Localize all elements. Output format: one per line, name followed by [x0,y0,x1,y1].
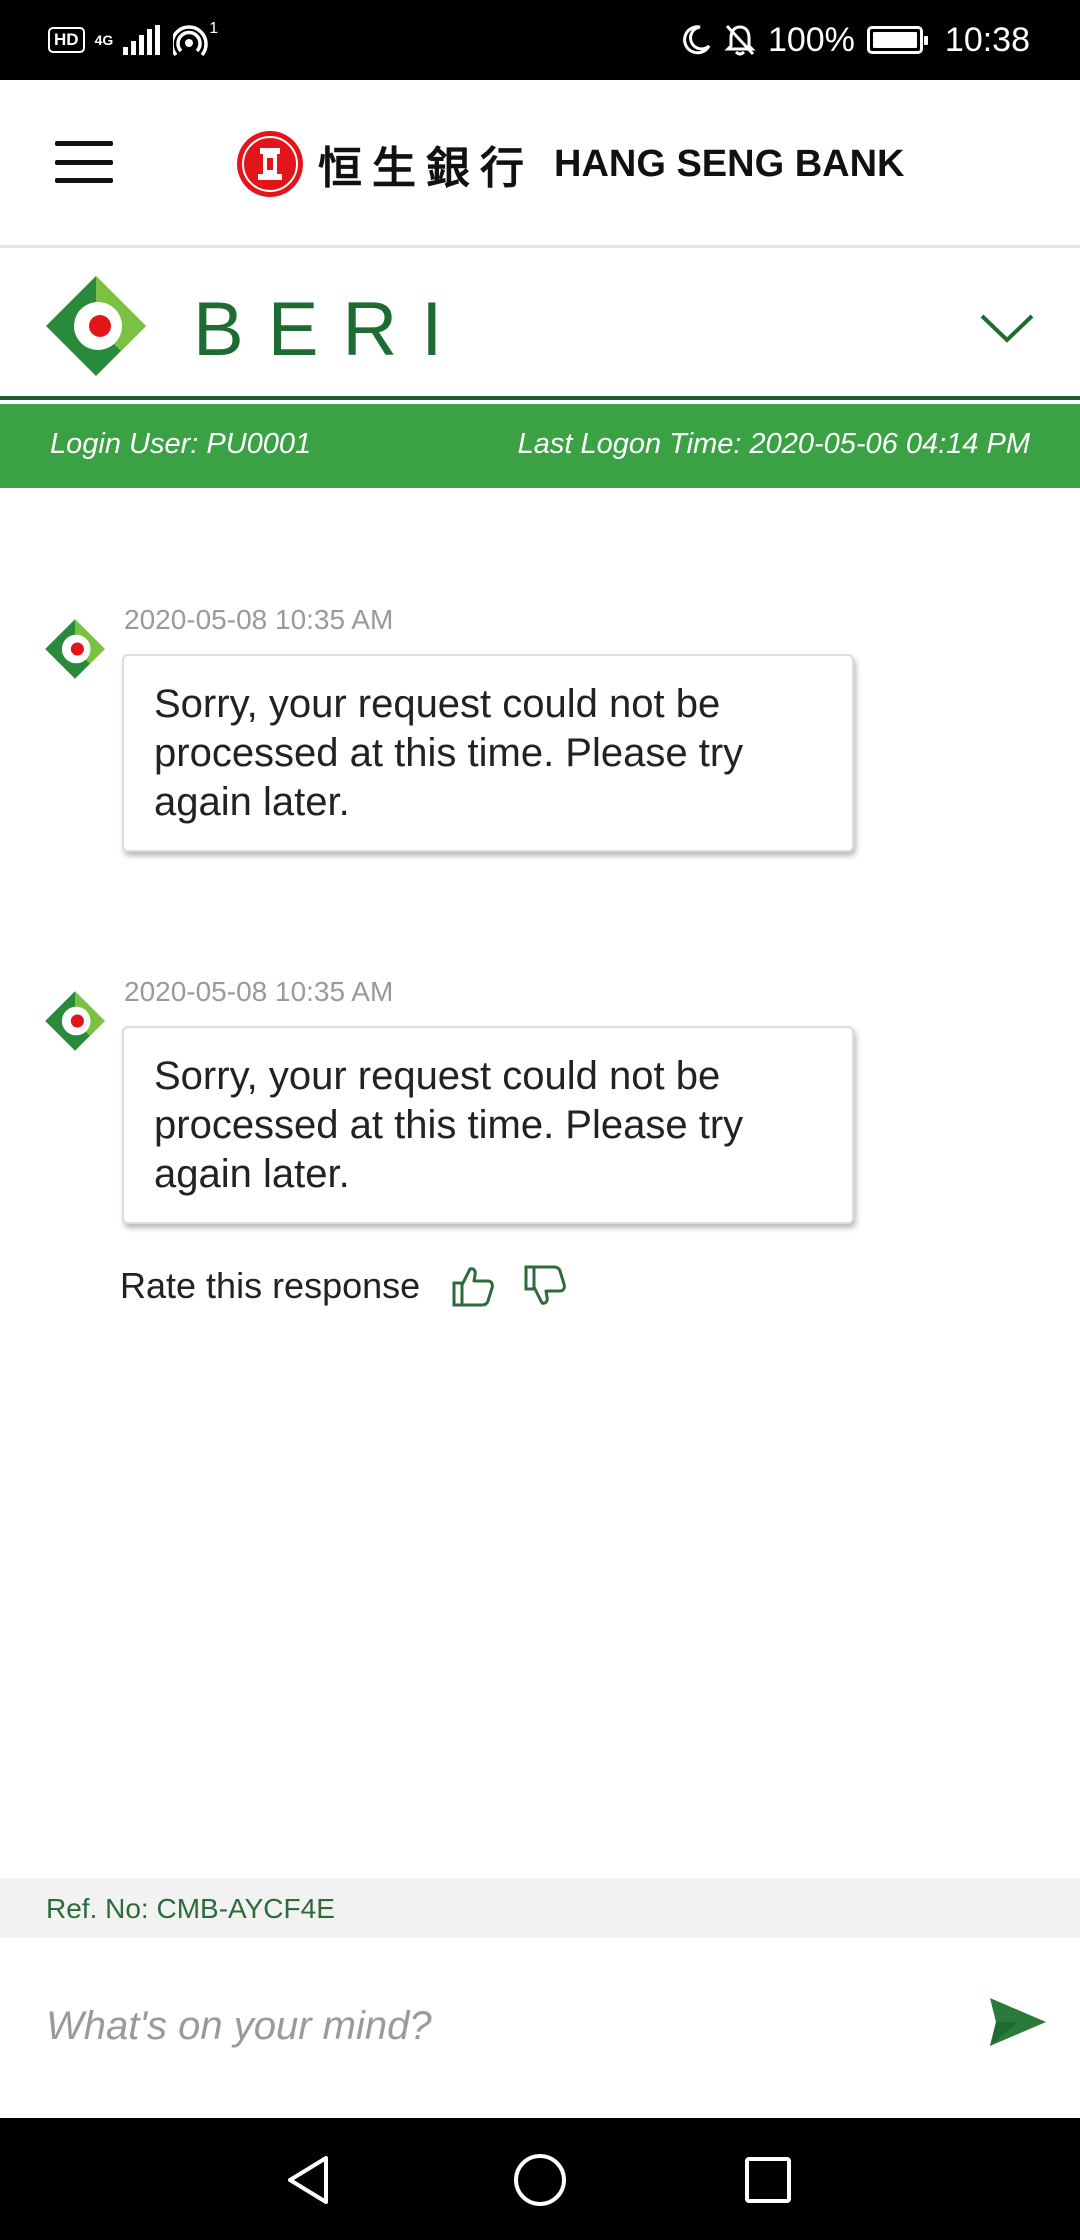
status-right: 100% 10:38 [680,18,1030,62]
battery-percent: 100% [767,20,855,59]
hotspot-count: 1 [209,20,219,37]
beri-title: BERI [193,287,467,372]
reference-number: Ref. No: CMB-AYCF4E [46,1893,335,1924]
bank-logo: 恒生銀行 HANG SENG BANK [236,130,904,198]
clock: 10:38 [944,20,1030,59]
message-timestamp: 2020-05-08 10:35 AM [124,976,394,1007]
hamburger-menu-icon[interactable] [55,141,113,183]
network-type: 4G [94,32,114,48]
thumbs-up-icon[interactable] [450,1263,496,1309]
rate-label: Rate this response [120,1265,421,1306]
hotspot-icon [173,25,208,57]
system-nav-bar [0,2118,1080,2240]
reference-bar: Ref. No: CMB-AYCF4E [0,1878,1080,1938]
beri-avatar-icon [45,991,105,1051]
login-user: Login User: PU0001 [50,428,312,460]
beri-avatar-icon [45,619,105,679]
bank-name-chinese: 恒生銀行 [318,143,534,194]
message-bubble: Sorry, your request could not be process… [122,654,854,852]
hd-badge: HD [48,27,85,53]
message-timestamp: 2020-05-08 10:35 AM [124,604,394,635]
send-icon[interactable] [988,1994,1048,2050]
back-triangle-icon[interactable] [280,2150,340,2210]
beri-header[interactable]: BERI [0,250,1080,400]
chat-input[interactable] [46,1994,926,2058]
signal-icon [123,25,161,55]
mute-bell-icon [724,24,756,56]
thumbs-down-icon[interactable] [522,1263,568,1309]
last-logon-time: Last Logon Time: 2020-05-06 04:14 PM [517,428,1030,460]
chat-input-bar [0,1938,1080,2118]
recents-square-icon[interactable] [738,2150,798,2210]
rate-response: Rate this response [120,1258,568,1314]
message-bubble: Sorry, your request could not be process… [122,1026,854,1224]
bank-name-english: HANG SENG BANK [554,142,905,185]
battery-icon [866,26,928,54]
login-info-bar: Login User: PU0001 Last Logon Time: 2020… [0,404,1080,488]
hang-seng-emblem-icon [237,131,303,197]
status-bar: HD 4G 1 100% 10:38 [0,0,1080,80]
home-circle-icon[interactable] [510,2150,570,2210]
beri-logo-icon [46,276,146,376]
app-header: 恒生銀行 HANG SENG BANK [0,80,1080,248]
status-left: HD 4G 1 [48,18,218,62]
moon-icon [683,25,711,55]
chevron-down-icon[interactable] [978,298,1036,356]
